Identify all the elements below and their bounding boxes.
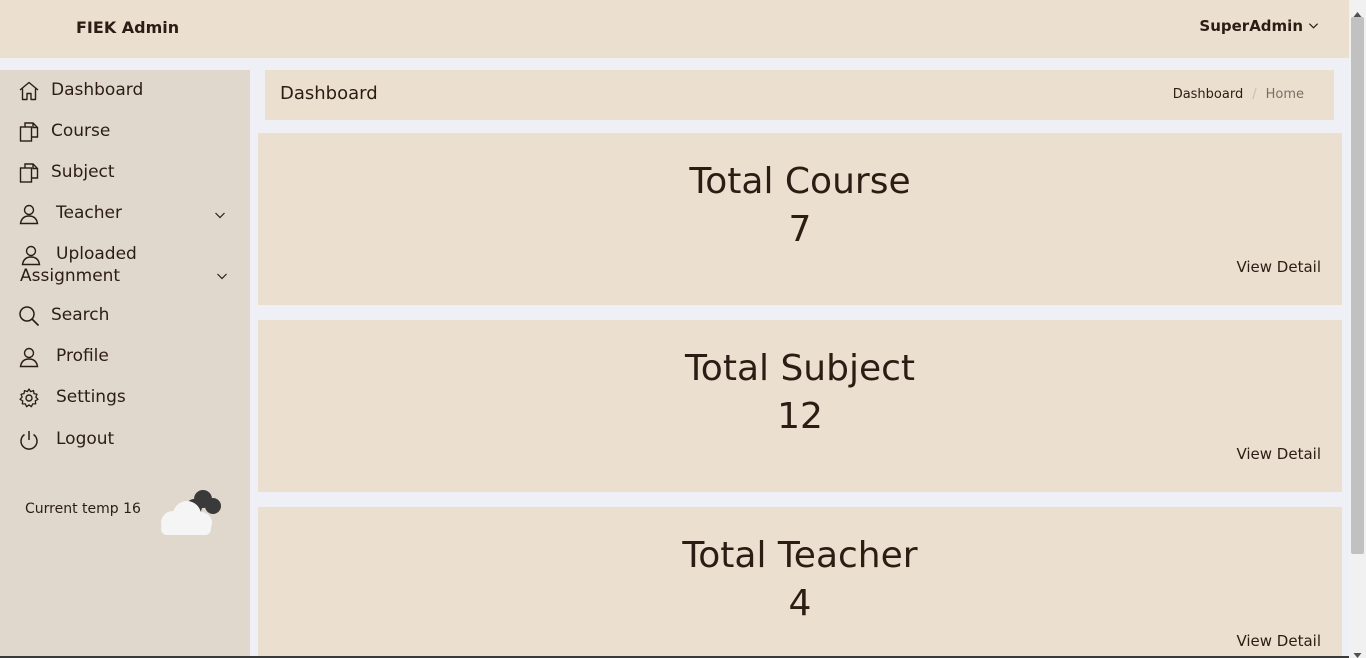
sidebar-item-dashboard[interactable]: Dashboard	[18, 80, 232, 102]
card-title: Total Course	[689, 161, 911, 202]
brand-title[interactable]: FIEK Admin	[76, 18, 179, 37]
breadcrumb-home: Home	[1265, 87, 1304, 102]
view-detail-link[interactable]: View Detail	[1236, 258, 1321, 276]
total-teacher-card: Total Teacher 4 View Detail	[258, 507, 1342, 658]
vertical-scrollbar[interactable]	[1349, 0, 1366, 658]
sidebar-item-label: Dashboard	[51, 80, 144, 100]
weather-widget: Current temp 16	[25, 487, 235, 537]
document-icon	[18, 121, 40, 143]
cloud-icon	[153, 487, 225, 535]
sidebar-item-label: Search	[51, 305, 110, 325]
sidebar-item-settings[interactable]: Settings	[18, 387, 232, 409]
sidebar-item-course[interactable]: Course	[18, 121, 232, 143]
breadcrumb-dashboard-link[interactable]: Dashboard	[1173, 87, 1244, 102]
card-value: 4	[788, 583, 812, 624]
sidebar-item-label: Course	[51, 121, 111, 141]
chevron-down-icon	[1308, 17, 1319, 35]
weather-text: Current temp 16	[25, 501, 141, 517]
page-title: Dashboard	[280, 83, 378, 104]
sidebar-item-search[interactable]: Search	[18, 305, 232, 327]
card-value: 7	[788, 209, 812, 250]
chevron-down-icon[interactable]	[214, 209, 226, 221]
chevron-down-icon[interactable]	[216, 270, 228, 282]
home-icon	[18, 80, 40, 102]
scrollbar-thumb[interactable]	[1351, 17, 1364, 554]
sidebar: Dashboard Course Subject Teacher Uploade…	[0, 70, 250, 658]
user-name: SuperAdmin	[1199, 17, 1303, 35]
sidebar-item-uploaded-assignment[interactable]: Uploaded Assignment	[20, 244, 232, 287]
top-navbar: FIEK Admin SuperAdmin	[0, 0, 1349, 58]
total-subject-card: Total Subject 12 View Detail	[258, 320, 1342, 492]
sidebar-item-label: Profile	[56, 346, 109, 366]
view-detail-link[interactable]: View Detail	[1236, 632, 1321, 650]
scroll-down-arrow-icon[interactable]	[1353, 645, 1362, 658]
gear-icon	[18, 387, 40, 409]
sidebar-item-logout[interactable]: Logout	[18, 429, 232, 451]
search-icon	[18, 305, 40, 327]
sidebar-item-label: Settings	[56, 387, 126, 407]
document-icon	[18, 162, 40, 184]
person-icon	[18, 346, 40, 368]
sidebar-item-teacher[interactable]: Teacher	[18, 203, 232, 225]
person-icon	[20, 244, 42, 266]
power-icon	[18, 429, 40, 451]
view-detail-link[interactable]: View Detail	[1236, 445, 1321, 463]
person-icon	[18, 203, 40, 225]
page-header: Dashboard Dashboard / Home	[265, 70, 1334, 120]
user-menu-button[interactable]: SuperAdmin	[1199, 17, 1319, 35]
total-course-card: Total Course 7 View Detail	[258, 133, 1342, 305]
sidebar-item-label: Teacher	[56, 203, 122, 223]
breadcrumb: Dashboard / Home	[1173, 87, 1304, 102]
sidebar-item-subject[interactable]: Subject	[18, 162, 232, 184]
card-value: 12	[777, 396, 823, 437]
scroll-up-arrow-icon[interactable]	[1353, 4, 1362, 17]
sidebar-item-profile[interactable]: Profile	[18, 346, 232, 368]
card-title: Total Teacher	[682, 535, 918, 576]
sidebar-item-label: Logout	[56, 429, 115, 449]
card-title: Total Subject	[684, 348, 916, 389]
sidebar-item-label: Subject	[51, 162, 115, 182]
breadcrumb-separator: /	[1252, 87, 1257, 102]
